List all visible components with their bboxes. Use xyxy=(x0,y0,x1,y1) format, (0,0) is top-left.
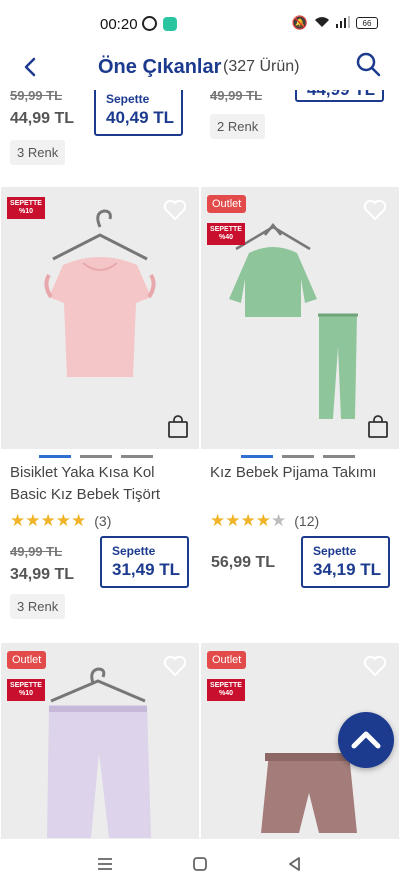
image-carousel-dots xyxy=(241,455,355,458)
search-button[interactable] xyxy=(354,50,382,78)
outlet-badge: Outlet xyxy=(207,195,247,213)
star-icon: ★ xyxy=(55,511,71,530)
favorite-heart-icon[interactable] xyxy=(363,655,387,677)
price: 44,99 TL xyxy=(10,110,75,127)
old-price: 49,99 TL xyxy=(10,544,63,559)
rating: ★ ★ ★ ★ ★ (12) xyxy=(210,512,319,529)
product-name[interactable]: Kız Bebek Pijama Takımı xyxy=(210,462,395,484)
sepette-discount-badge: SEPETTE %40 xyxy=(207,679,245,701)
basket-label: Sepette xyxy=(112,544,156,558)
star-icon: ★ xyxy=(25,511,41,530)
carousel-dot[interactable] xyxy=(323,455,355,458)
basket-price-box: Sepette 40,49 TL xyxy=(94,90,183,136)
basket-price: 31,49 TL xyxy=(112,560,181,579)
page-title: Öne Çıkanlar xyxy=(98,56,222,78)
pink-tshirt-illustration xyxy=(1,187,199,449)
star-icon: ★ xyxy=(210,511,226,530)
carousel-dot[interactable] xyxy=(241,455,273,458)
favorite-heart-icon[interactable] xyxy=(163,199,187,221)
product-image[interactable]: SEPETTE %10 xyxy=(1,187,199,449)
rating-count: (3) xyxy=(94,512,112,529)
basket-price-box: 44,99 TL xyxy=(295,90,384,102)
product-card-partial-right[interactable]: 49,99 TL 44,99 TL 2 Renk xyxy=(201,90,399,180)
product-image[interactable]: Outlet SEPETTE %40 xyxy=(201,187,399,449)
star-icon: ★ xyxy=(225,511,241,530)
status-bar: 00:20 🔕 66 xyxy=(0,0,400,44)
shopping-bag-icon[interactable] xyxy=(367,415,389,439)
header: Öne Çıkanlar (327 Ürün) xyxy=(0,44,400,90)
status-time: 00:20 xyxy=(100,16,138,33)
home-icon[interactable] xyxy=(189,853,211,875)
product-count: (327 Ürün) xyxy=(223,58,300,75)
shopping-bag-icon[interactable] xyxy=(167,415,189,439)
star-icon: ★ xyxy=(255,511,271,530)
signal-icon xyxy=(336,15,350,31)
old-price: 49,99 TL xyxy=(210,90,263,103)
basket-price-box: Sepette 31,49 TL xyxy=(100,536,189,588)
image-carousel-dots xyxy=(39,455,153,458)
product-card[interactable]: SEPETTE %10 Bisiklet Yaka Kısa Kol Basic … xyxy=(1,187,199,627)
basket-price: 44,99 TL xyxy=(307,90,375,100)
outlet-badge: Outlet xyxy=(207,651,247,669)
outlet-badge: Outlet xyxy=(7,651,47,669)
star-icon: ★ xyxy=(10,511,26,530)
app-notification-icon xyxy=(163,17,177,31)
favorite-heart-icon[interactable] xyxy=(363,199,387,221)
basket-price: 34,19 TL xyxy=(313,560,382,579)
sepette-discount-badge: SEPETTE %10 xyxy=(7,197,45,219)
basket-price-box: Sepette 34,19 TL xyxy=(301,536,390,588)
star-icon: ★ xyxy=(71,511,87,530)
product-name[interactable]: Bisiklet Yaka Kısa Kol Basic Kız Bebek T… xyxy=(10,462,195,506)
sepette-discount-badge: SEPETTE %40 xyxy=(207,223,245,245)
chevron-up-icon xyxy=(351,731,381,749)
price: 34,99 TL xyxy=(10,566,75,583)
status-icons: 🔕 66 xyxy=(292,15,378,31)
back-button[interactable] xyxy=(18,54,44,80)
color-count-chip[interactable]: 3 Renk xyxy=(10,140,66,165)
sepette-discount-badge: SEPETTE %10 xyxy=(7,679,45,701)
rating: ★ ★ ★ ★ ★ (3) xyxy=(10,512,111,529)
carousel-dot[interactable] xyxy=(80,455,112,458)
color-count-chip[interactable]: 2 Renk xyxy=(210,114,266,139)
back-nav-icon[interactable] xyxy=(284,853,306,875)
menu-icon[interactable] xyxy=(94,853,116,875)
wifi-icon xyxy=(314,16,330,31)
chevron-left-icon xyxy=(24,57,36,77)
product-card-partial-bottom-left[interactable]: Outlet SEPETTE %10 xyxy=(1,643,199,838)
product-image[interactable]: Outlet SEPETTE %10 xyxy=(1,643,199,838)
product-card[interactable]: Outlet SEPETTE %40 Kız Bebek Pijama Takım… xyxy=(201,187,399,627)
basket-label: Sepette xyxy=(106,92,150,106)
carousel-dot[interactable] xyxy=(39,455,71,458)
price: 56,99 TL xyxy=(211,554,276,571)
search-icon xyxy=(356,52,381,77)
favorite-heart-icon[interactable] xyxy=(163,655,187,677)
battery-icon: 66 xyxy=(356,17,378,29)
old-price: 59,99 TL xyxy=(10,90,63,103)
mute-icon: 🔕 xyxy=(291,15,308,30)
system-nav-bar xyxy=(0,838,400,888)
color-count-chip[interactable]: 3 Renk xyxy=(10,594,66,619)
star-icon: ★ xyxy=(271,511,287,530)
basket-price: 40,49 TL xyxy=(106,108,175,127)
basket-label: Sepette xyxy=(313,544,357,558)
carousel-dot[interactable] xyxy=(282,455,314,458)
scroll-to-top-button[interactable] xyxy=(338,712,394,768)
rating-count: (12) xyxy=(294,512,320,529)
star-icon: ★ xyxy=(240,511,256,530)
product-card-partial-left[interactable]: 59,99 TL 44,99 TL Sepette 40,49 TL 3 Ren… xyxy=(1,90,199,180)
star-icon: ★ xyxy=(40,511,56,530)
whatsapp-icon xyxy=(142,16,157,31)
carousel-dot[interactable] xyxy=(121,455,153,458)
